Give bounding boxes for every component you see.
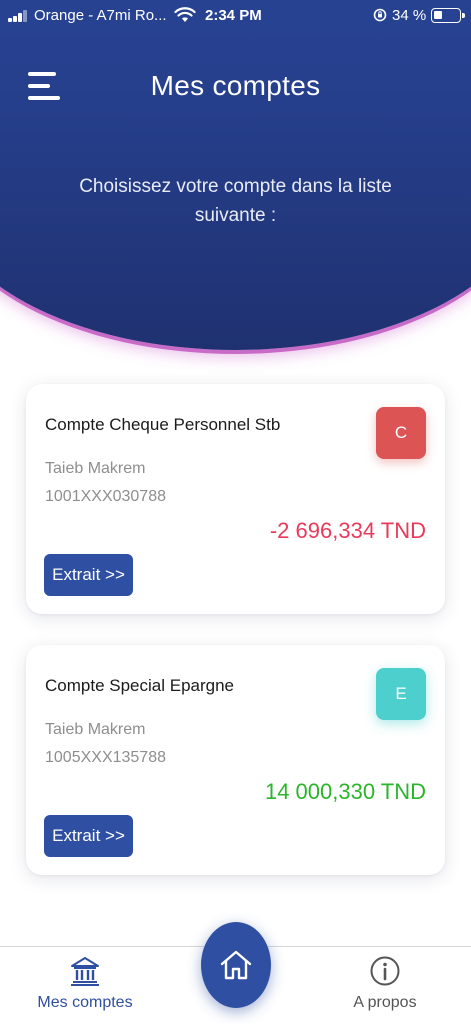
- battery-level: [434, 11, 442, 19]
- extrait-button[interactable]: Extrait >>: [44, 554, 133, 596]
- home-icon: [220, 950, 252, 980]
- status-bar: Orange - A7mi Ro... 2:34 PM 34 %: [0, 0, 471, 34]
- tab-label: A propos: [353, 994, 417, 1011]
- battery-icon: [431, 8, 465, 23]
- account-type-badge: E: [376, 668, 426, 720]
- accounts-screen: Orange - A7mi Ro... 2:34 PM 34 % Mes com…: [0, 0, 471, 1024]
- account-balance: 14 000,330 TND: [264, 779, 426, 804]
- info-icon: [370, 956, 400, 986]
- tab-mes-comptes[interactable]: Mes comptes: [10, 947, 160, 1024]
- account-name: Compte Special Epargne: [45, 676, 235, 695]
- status-time: 2:34 PM: [205, 7, 262, 24]
- home-button[interactable]: [201, 922, 271, 1008]
- wifi-icon: [174, 7, 196, 22]
- account-card-epargne[interactable]: Compte Special Epargne E Taieb Makrem 10…: [26, 645, 445, 875]
- page-title: Mes comptes: [150, 70, 321, 101]
- tab-a-propos[interactable]: A propos: [310, 947, 460, 1024]
- tab-label: Mes comptes: [37, 994, 133, 1011]
- extrait-button[interactable]: Extrait >>: [44, 815, 133, 857]
- account-balance: -2 696,334 TND: [269, 518, 426, 543]
- page-subtitle: Choisissez votre compte dans la liste su…: [79, 176, 392, 226]
- account-number: 1005XXX135788: [45, 749, 166, 766]
- bank-icon: [71, 957, 99, 986]
- account-number: 1001XXX030788: [45, 488, 166, 505]
- account-holder: Taieb Makrem: [45, 721, 146, 738]
- account-name: Compte Cheque Personnel Stb: [45, 415, 281, 434]
- battery-percentage: 34 %: [392, 7, 427, 24]
- account-type-badge: C: [376, 407, 426, 459]
- account-card-cheque[interactable]: Compte Cheque Personnel Stb C Taieb Makr…: [26, 384, 445, 614]
- account-holder: Taieb Makrem: [45, 460, 146, 477]
- signal-bars-icon: [8, 10, 30, 22]
- orientation-lock-icon: [373, 8, 387, 22]
- carrier-name: Orange - A7mi Ro...: [34, 7, 167, 24]
